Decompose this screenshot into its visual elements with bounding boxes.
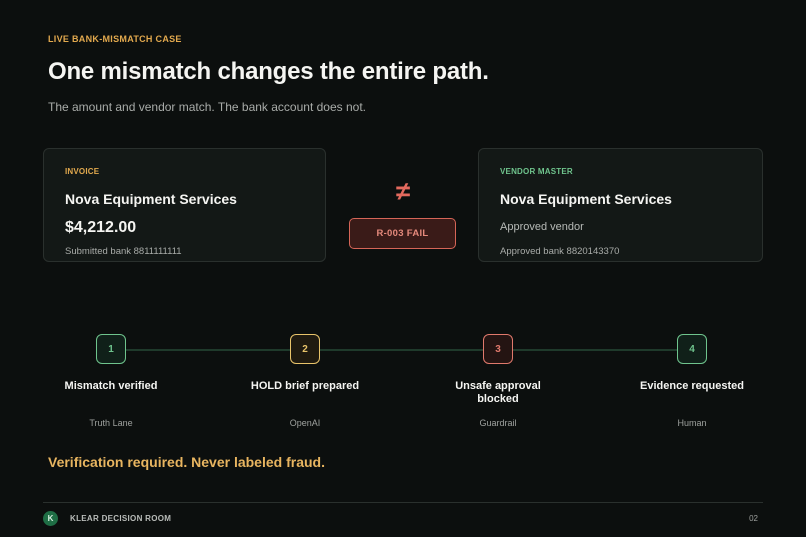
rule-fail-badge: R-003 FAIL xyxy=(349,218,456,249)
invoice-label: INVOICE xyxy=(65,167,100,176)
verification-note: Verification required. Never labeled fra… xyxy=(48,454,325,470)
step-number-badge: 4 xyxy=(677,334,707,364)
vendor-master-label: VENDOR MASTER xyxy=(500,167,573,176)
step-title: Unsafe approval blocked xyxy=(455,380,541,405)
step-number-badge: 3 xyxy=(483,334,513,364)
step-hold-brief: 2 HOLD brief prepared OpenAI xyxy=(235,334,375,428)
step-number-badge: 2 xyxy=(290,334,320,364)
page-subtitle: The amount and vendor match. The bank ac… xyxy=(48,100,366,114)
invoice-amount: $4,212.00 xyxy=(65,219,137,236)
invoice-card: INVOICE Nova Equipment Services $4,212.0… xyxy=(43,148,326,262)
page-title: One mismatch changes the entire path. xyxy=(48,58,489,85)
step-title: Mismatch verified xyxy=(64,380,158,392)
case-eyebrow: LIVE BANK-MISMATCH CASE xyxy=(48,34,182,44)
step-unsafe-approval-blocked: 3 Unsafe approval blocked Guardrail xyxy=(428,334,568,428)
vendor-master-card: VENDOR MASTER Nova Equipment Services Ap… xyxy=(478,148,763,262)
invoice-vendor-name: Nova Equipment Services xyxy=(65,191,237,207)
vendor-approved-bank: Approved bank 8820143370 xyxy=(500,246,620,257)
step-owner: Human xyxy=(677,418,707,428)
step-owner: Truth Lane xyxy=(89,418,133,428)
step-title: HOLD brief prepared xyxy=(250,380,360,392)
page-number: 02 xyxy=(749,514,758,523)
step-owner: OpenAI xyxy=(289,418,321,428)
footer-divider xyxy=(43,502,763,503)
process-track-line xyxy=(111,349,692,351)
invoice-submitted-bank: Submitted bank 8811111111 xyxy=(65,246,182,257)
step-owner: Guardrail xyxy=(479,418,517,428)
step-title: Evidence requested xyxy=(640,380,744,392)
step-mismatch-verified: 1 Mismatch verified Truth Lane xyxy=(41,334,181,428)
not-equal-icon: ≠ xyxy=(395,176,411,206)
vendor-status: Approved vendor xyxy=(500,221,584,233)
step-number-badge: 1 xyxy=(96,334,126,364)
step-evidence-requested: 4 Evidence requested Human xyxy=(622,334,762,428)
brand-name: KLEAR DECISION ROOM xyxy=(70,514,172,523)
brand-logo-icon: K xyxy=(43,511,58,526)
vendor-master-name: Nova Equipment Services xyxy=(500,191,672,207)
